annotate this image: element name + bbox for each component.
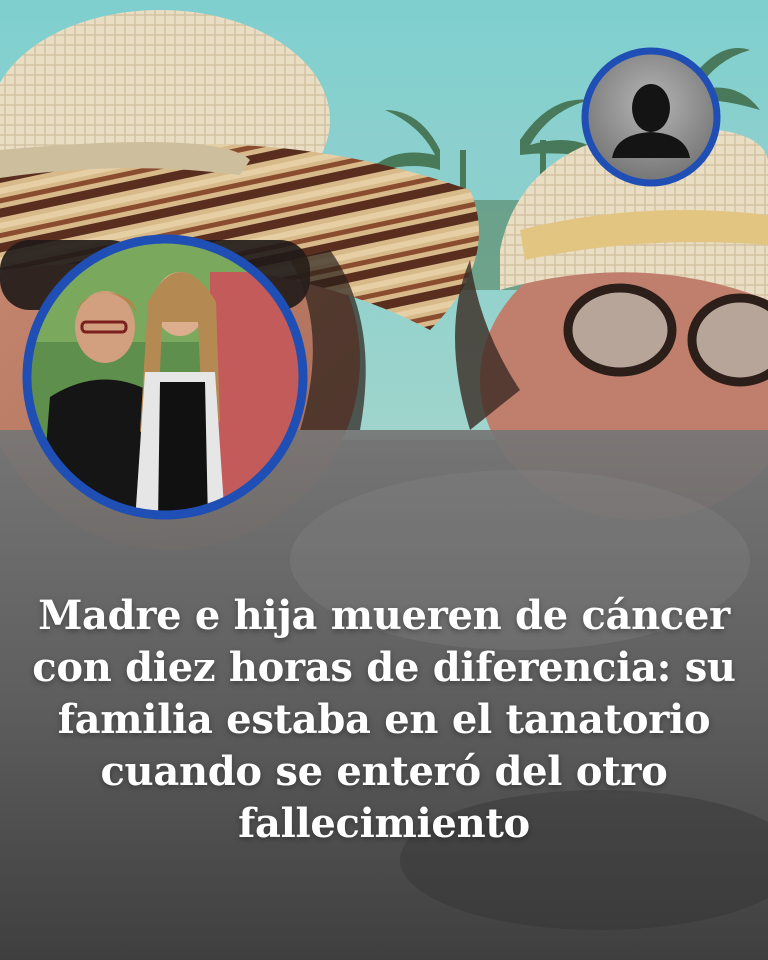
headline: Madre e hija mueren de cáncer con diez h… xyxy=(32,592,736,847)
anonymous-person-silhouette-icon xyxy=(581,47,721,187)
inset-family-photo xyxy=(22,234,308,520)
